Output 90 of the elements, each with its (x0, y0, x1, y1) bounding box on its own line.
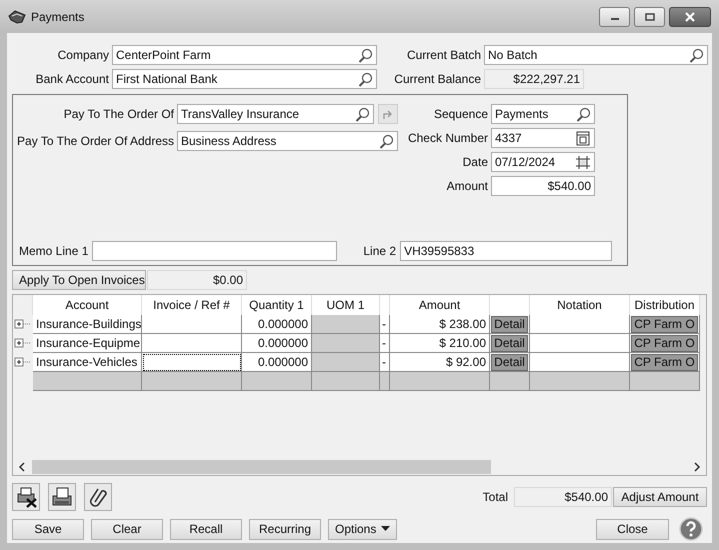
table-cell (242, 372, 312, 391)
input-field[interactable]: 4337 (491, 128, 595, 148)
close-icon (684, 12, 696, 22)
detail-button[interactable]: Detail (491, 334, 528, 352)
input-field[interactable]: No Batch (484, 45, 708, 65)
action-button[interactable]: Recurring (249, 518, 321, 540)
maximize-button[interactable] (634, 6, 665, 26)
print-button[interactable] (48, 483, 76, 511)
column-header: UOM 1 (312, 295, 380, 315)
distribution-button[interactable]: CP Farm O (631, 334, 698, 352)
distribution-button[interactable]: CP Farm O (631, 354, 698, 370)
field-label: Company (56, 48, 110, 62)
app-icon (8, 10, 26, 24)
arrow-icon (382, 108, 394, 120)
field-label: Sequence (432, 107, 489, 121)
table-cell: $ 210.00 (390, 334, 490, 353)
attach-button[interactable] (84, 483, 112, 511)
column-header (380, 295, 390, 315)
table-cell: $ 238.00 (390, 315, 490, 334)
table-cell: $ 92.00 (390, 353, 490, 372)
table-cell: Insurance-Vehicles (33, 353, 142, 372)
caret-icon (381, 526, 390, 532)
field-label: Date (462, 155, 489, 169)
window-title: Payments (31, 10, 84, 24)
table-cell (312, 315, 380, 334)
close-button[interactable]: Close (596, 518, 669, 540)
column-header: Notation (530, 295, 630, 315)
apply-to-open-invoices-button[interactable]: Apply To Open Invoices (12, 270, 146, 290)
delete-print-button[interactable] (12, 483, 40, 511)
table-cell: 0.000000 (242, 315, 312, 334)
field-label: Current Batch (406, 48, 482, 62)
applied-amount-field: $0.00 (147, 270, 247, 290)
search-icon (379, 134, 394, 148)
close-window-button[interactable] (669, 6, 711, 26)
search-icon (355, 106, 370, 122)
field-label: Current Balance (393, 72, 482, 86)
table-cell (312, 372, 380, 391)
column-header: Invoice / Ref # (142, 295, 242, 315)
input-field[interactable] (92, 241, 338, 261)
detail-button[interactable]: Detail (491, 316, 528, 332)
field-label: Amount (446, 179, 489, 193)
search-icon (576, 106, 591, 122)
input-field[interactable]: First National Bank (112, 69, 377, 89)
table-cell: 0.000000 (242, 334, 312, 353)
input-field[interactable]: $540.00 (491, 176, 595, 196)
maximize-icon (644, 12, 654, 20)
input-field[interactable]: Business Address (177, 131, 398, 151)
table-cell (312, 353, 380, 372)
table-cell: - (380, 334, 390, 353)
input-field[interactable]: VH39595833 (400, 241, 612, 261)
input-field[interactable]: Payments (491, 104, 595, 124)
field-label: Check Number (407, 131, 489, 145)
adjust-amount-button[interactable]: Adjust Amount (613, 487, 707, 507)
detail-button[interactable]: Detail (491, 354, 528, 370)
minimize-button[interactable] (599, 6, 630, 26)
total-field: $540.00 (514, 487, 612, 507)
action-button[interactable]: Recall (170, 518, 242, 540)
search-icon (358, 48, 373, 62)
action-button[interactable]: Save (12, 518, 84, 540)
column-header: Quantity 1 (242, 295, 312, 315)
search-icon (358, 72, 373, 86)
table-cell: - (380, 353, 390, 372)
column-header: Account (33, 295, 142, 315)
help-button[interactable] (679, 517, 703, 541)
search-icon (689, 48, 704, 62)
table-cell: - (380, 315, 390, 334)
table-cell: Insurance-Equipme (33, 334, 142, 353)
field-label: Pay To The Order Of (62, 107, 175, 121)
table-cell: Insurance-Buildings (33, 315, 142, 334)
table-cell: 0.000000 (242, 353, 312, 372)
options-button[interactable]: Options (328, 518, 397, 540)
help-icon (679, 517, 703, 541)
column-header: Distribution (630, 295, 700, 315)
action-button[interactable]: Clear (91, 518, 163, 540)
column-header: Amount (390, 295, 490, 315)
field-label: Memo Line 1 (19, 244, 90, 258)
input-field[interactable]: TransValley Insurance (177, 104, 374, 124)
table-cell (312, 334, 380, 353)
balance-field: $222,297.21 (484, 69, 584, 89)
input-field[interactable]: 07/12/2024 (491, 152, 595, 172)
paperclip-icon (88, 486, 108, 508)
field-label: Bank Account (34, 72, 110, 86)
field-label: Pay To The Order Of Address (16, 134, 175, 148)
scrollbar-thumb[interactable] (32, 460, 490, 474)
field-label: Line 2 (363, 244, 398, 258)
distribution-button[interactable]: CP Farm O (631, 316, 698, 332)
table-cell (380, 372, 390, 391)
printer-icon (50, 486, 74, 508)
total-label: Total (482, 490, 509, 504)
input-field[interactable]: CenterPoint Farm (112, 45, 377, 65)
